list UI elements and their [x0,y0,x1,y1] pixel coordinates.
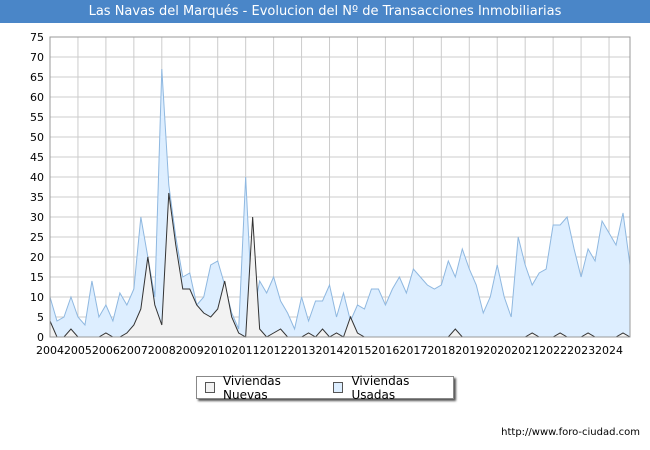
x-tick-label: 2023 [567,344,595,357]
legend-swatch-nuevas [205,382,215,393]
x-tick-label: 2018 [427,344,455,357]
y-tick-label: 45 [30,151,44,164]
x-tick-label: 2021 [511,344,539,357]
y-tick-label: 5 [37,311,44,324]
x-tick-label: 2004 [36,344,64,357]
x-tick-label: 2020 [483,344,511,357]
y-tick-label: 70 [30,51,44,64]
x-tick-label: 2005 [64,344,92,357]
source-footer: http://www.foro-ciudad.com [501,427,640,438]
x-tick-label: 2006 [92,344,120,357]
y-tick-label: 40 [30,171,44,184]
y-tick-label: 30 [30,211,44,224]
x-tick-label: 2012 [260,344,288,357]
x-tick-label: 2011 [232,344,260,357]
legend-item-nuevas: Viviendas Nuevas [205,374,317,402]
y-tick-label: 65 [30,71,44,84]
x-tick-label: 2008 [148,344,176,357]
x-tick-label: 2015 [343,344,371,357]
chart: 051015202530354045505560657075 2004 2005 2… [30,31,631,357]
x-tick-label: 2007 [120,344,148,357]
y-tick-label: 55 [30,111,44,124]
y-tick-label: 0 [37,331,44,344]
x-tick-label: 2014 [316,344,344,357]
legend-label-nuevas: Viviendas Nuevas [222,373,281,402]
y-tick-label: 50 [30,131,44,144]
x-tick-labels: 2004 2005 2006 2007 2008 2009 2010 2011 2012 2013… [36,344,623,357]
x-tick-label: 2019 [455,344,483,357]
x-tick-label: 2010 [204,344,232,357]
y-tick-label: 35 [30,191,44,204]
y-tick-label: 20 [30,251,44,264]
chart-title: Las Navas del Marqués - Evolucion del Nº… [0,0,650,23]
legend: Viviendas Nuevas Viviendas Usadas [196,374,454,402]
x-tick-label: 2022 [539,344,567,357]
legend-swatch-usadas [333,382,344,393]
y-tick-label: 75 [30,31,44,44]
x-tick-label: 2017 [399,344,427,357]
legend-label-usadas: Viviendas Usadas [351,373,410,402]
x-tick-label: 2009 [176,344,204,357]
y-tick-label: 10 [30,291,44,304]
y-tick-label: 15 [30,271,44,284]
legend-item-usadas: Viviendas Usadas [333,374,445,402]
x-tick-label: 2013 [288,344,316,357]
y-tick-label: 25 [30,231,44,244]
x-tick-label: 2016 [371,344,399,357]
y-tick-label: 60 [30,91,44,104]
x-tick-label: 2024 [595,344,623,357]
y-tick-labels: 0 5 10 15 20 25 30 35 40 45 50 55 60 65 70 75 [30,31,44,344]
